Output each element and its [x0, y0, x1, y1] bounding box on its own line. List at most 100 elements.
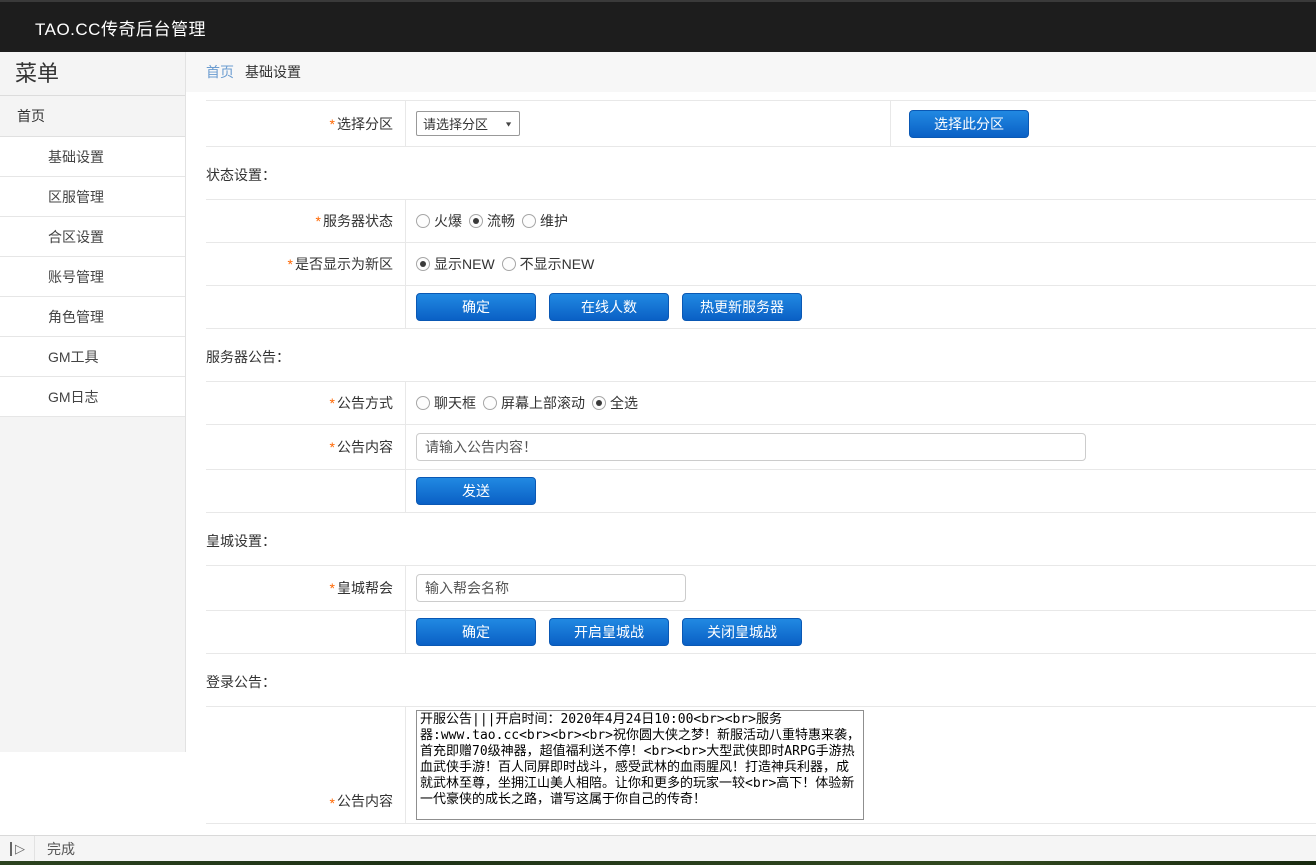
settings-form: * 选择分区 请选择分区 ▼ 选择此分区 状态设置：: [186, 92, 1316, 824]
sidebar: 菜单 首页 基础设置 区服管理 合区设置 账号管理 角色管理 GM工具 GM日志: [0, 52, 186, 752]
palace-guild-label-cell: * 皇城帮会: [206, 566, 406, 610]
chevron-down-icon: ▼: [504, 120, 513, 128]
notice-content-label-cell: * 公告内容: [206, 425, 406, 469]
radio-smooth[interactable]: 流畅: [469, 211, 515, 231]
partition-field-cell: 请选择分区 ▼: [406, 101, 891, 146]
show-new-field-cell: 显示NEW 不显示NEW: [406, 243, 1316, 285]
partition-label-cell: * 选择分区: [206, 101, 406, 146]
confirm-status-button[interactable]: 确定: [416, 293, 536, 321]
sidebar-item-zone-management[interactable]: 区服管理: [0, 177, 185, 217]
radio-show-new[interactable]: 显示NEW: [416, 254, 495, 274]
login-notice-label-cell: * 公告内容: [206, 707, 406, 823]
status-text: 完成: [47, 839, 75, 859]
login-notice-table: * 公告内容 开服公告|||开启时间：2020年4月24日10:00<br><b…: [206, 706, 1316, 824]
status-buttons-label-cell: [206, 286, 406, 328]
status-divider: [34, 836, 35, 861]
palace-buttons-cell: 确定 开启皇城战 关闭皇城战: [406, 611, 1316, 653]
debug-play-icon: ▷: [10, 842, 25, 856]
radio-hide-new[interactable]: 不显示NEW: [502, 254, 595, 274]
login-notice-row: * 公告内容 开服公告|||开启时间：2020年4月24日10:00<br><b…: [206, 707, 1316, 824]
radio-icon: [483, 396, 497, 410]
status-bar: ▷ 完成: [0, 835, 1316, 861]
radio-icon: [522, 214, 536, 228]
send-button-row: 发送: [206, 470, 1316, 513]
online-count-button[interactable]: 在线人数: [549, 293, 669, 321]
radio-smooth-label: 流畅: [487, 211, 515, 231]
sidebar-item-gm-tools[interactable]: GM工具: [0, 337, 185, 377]
required-marker: *: [330, 580, 335, 596]
radio-hot[interactable]: 火爆: [416, 211, 462, 231]
required-marker: *: [316, 213, 321, 229]
layout: 菜单 首页 基础设置 区服管理 合区设置 账号管理 角色管理 GM工具 GM日志…: [0, 52, 1316, 824]
sidebar-item-role-management[interactable]: 角色管理: [0, 297, 185, 337]
server-status-label: 服务器状态: [323, 211, 393, 231]
sidebar-item-home[interactable]: 首页: [0, 96, 185, 137]
status-table: * 服务器状态 火爆 流畅: [206, 199, 1316, 329]
required-marker: *: [330, 395, 335, 411]
login-notice-section-header: 登录公告：: [206, 672, 1316, 692]
radio-icon: [416, 257, 430, 271]
required-marker: *: [330, 439, 335, 455]
show-new-label: 是否显示为新区: [295, 254, 393, 274]
server-status-label-cell: * 服务器状态: [206, 200, 406, 242]
partition-button-cell: 选择此分区: [891, 101, 1316, 146]
radio-icon: [416, 214, 430, 228]
app-header: TAO.CC传奇后台管理: [0, 0, 1316, 52]
radio-maintenance[interactable]: 维护: [522, 211, 568, 231]
notice-content-label: 公告内容: [337, 437, 393, 457]
radio-select-all-label: 全选: [610, 393, 638, 413]
partition-select[interactable]: 请选择分区 ▼: [416, 111, 520, 136]
login-notice-textarea[interactable]: 开服公告|||开启时间：2020年4月24日10:00<br><br>服务器:w…: [416, 710, 864, 820]
server-notice-section-header: 服务器公告：: [206, 347, 1316, 367]
close-palace-war-button[interactable]: 关闭皇城战: [682, 618, 802, 646]
palace-guild-label: 皇城帮会: [337, 578, 393, 598]
radio-icon: [469, 214, 483, 228]
choose-partition-button[interactable]: 选择此分区: [909, 110, 1029, 138]
radio-icon: [592, 396, 606, 410]
palace-section-header: 皇城设置：: [206, 531, 1316, 551]
confirm-palace-button[interactable]: 确定: [416, 618, 536, 646]
notice-content-field-cell: [406, 425, 1316, 469]
sidebar-title: 菜单: [0, 52, 185, 96]
palace-guild-row: * 皇城帮会: [206, 566, 1316, 611]
status-section-header: 状态设置：: [206, 165, 1316, 185]
send-button-label-cell: [206, 470, 406, 512]
app-title: TAO.CC传奇后台管理: [35, 15, 206, 40]
sidebar-item-basic-settings[interactable]: 基础设置: [0, 137, 185, 177]
radio-show-new-label: 显示NEW: [434, 254, 495, 274]
show-new-row: * 是否显示为新区 显示NEW 不显示NEW: [206, 243, 1316, 286]
notice-method-label-cell: * 公告方式: [206, 382, 406, 424]
radio-hide-new-label: 不显示NEW: [520, 254, 595, 274]
radio-select-all[interactable]: 全选: [592, 393, 638, 413]
show-new-label-cell: * 是否显示为新区: [206, 243, 406, 285]
palace-table: * 皇城帮会 确定 开启皇城战 关闭皇城战: [206, 565, 1316, 654]
login-notice-field-cell: 开服公告|||开启时间：2020年4月24日10:00<br><br>服务器:w…: [406, 707, 1316, 823]
required-marker: *: [330, 116, 335, 132]
radio-hot-label: 火爆: [434, 211, 462, 231]
radio-chatbox[interactable]: 聊天框: [416, 393, 476, 413]
send-button[interactable]: 发送: [416, 477, 536, 505]
open-palace-war-button[interactable]: 开启皇城战: [549, 618, 669, 646]
status-buttons-cell: 确定 在线人数 热更新服务器: [406, 286, 1316, 328]
partition-select-value: 请选择分区: [423, 114, 488, 133]
partition-table: * 选择分区 请选择分区 ▼ 选择此分区: [206, 100, 1316, 147]
sidebar-item-merge-settings[interactable]: 合区设置: [0, 217, 185, 257]
notice-content-input[interactable]: [416, 433, 1086, 461]
partition-label: 选择分区: [337, 114, 393, 134]
notice-method-radio-group: 聊天框 屏幕上部滚动 全选: [416, 393, 645, 413]
hot-update-server-button[interactable]: 热更新服务器: [682, 293, 802, 321]
radio-top-scroll[interactable]: 屏幕上部滚动: [483, 393, 585, 413]
sidebar-item-gm-logs[interactable]: GM日志: [0, 377, 185, 417]
server-notice-table: * 公告方式 聊天框 屏幕上部滚动: [206, 381, 1316, 513]
sidebar-item-account-management[interactable]: 账号管理: [0, 257, 185, 297]
desktop-wallpaper-strip: [0, 861, 1316, 865]
breadcrumb-home-link[interactable]: 首页: [206, 62, 234, 82]
required-marker: *: [330, 795, 335, 811]
login-notice-label: 公告内容: [337, 791, 393, 811]
status-buttons-row: 确定 在线人数 热更新服务器: [206, 286, 1316, 329]
palace-guild-input[interactable]: [416, 574, 686, 602]
server-status-radio-group: 火爆 流畅 维护: [416, 211, 575, 231]
partition-row: * 选择分区 请选择分区 ▼ 选择此分区: [206, 101, 1316, 147]
notice-content-row: * 公告内容: [206, 425, 1316, 470]
palace-buttons-label-cell: [206, 611, 406, 653]
